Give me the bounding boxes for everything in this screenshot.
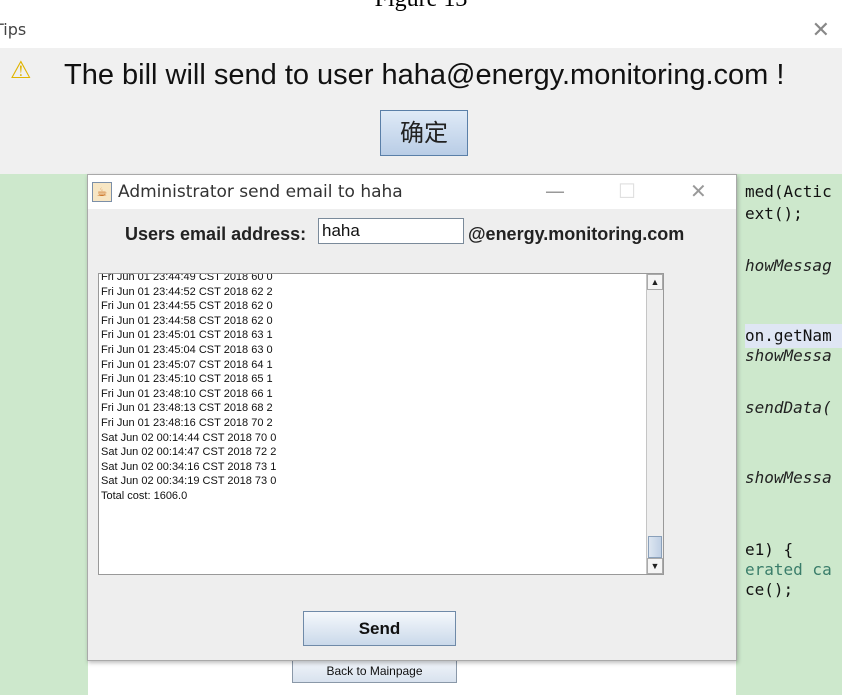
code-line: ce();: [745, 580, 794, 599]
log-line: Fri Jun 01 23:44:55 CST 2018 62 0: [101, 300, 273, 313]
minimize-icon[interactable]: —: [545, 179, 565, 203]
code-editor: med(Actic ext(); howMessag on.getNam sho…: [736, 174, 842, 695]
log-line: Fri Jun 01 23:45:01 CST 2018 63 1: [101, 329, 273, 342]
send-email-dialog: ☕ Administrator send email to haha — ☐ ✕…: [87, 174, 737, 661]
warning-icon: ⚠: [10, 56, 32, 84]
log-line: Sat Jun 02 00:34:19 CST 2018 73 0: [101, 475, 277, 488]
close-icon[interactable]: ✕: [690, 179, 707, 203]
tips-titlebar: Tips ✕: [0, 14, 842, 48]
close-icon[interactable]: ✕: [812, 18, 830, 43]
java-app-icon: ☕: [92, 182, 112, 202]
bill-log-textarea[interactable]: Fri Jun 01 23:44:49 CST 2018 60 0 Fri Jun…: [98, 273, 664, 575]
log-line: Fri Jun 01 23:44:52 CST 2018 62 2: [101, 285, 273, 298]
log-line: Fri Jun 01 23:44:58 CST 2018 62 0: [101, 314, 273, 327]
log-line: Fri Jun 01 23:45:04 CST 2018 63 0: [101, 343, 273, 356]
code-line: sendData(: [745, 398, 832, 417]
log-line: Sat Jun 02 00:34:16 CST 2018 73 1: [101, 460, 277, 473]
code-line: med(Actic: [745, 182, 832, 201]
email-domain-label: @energy.monitoring.com: [468, 224, 685, 244]
code-line: ext();: [745, 204, 803, 223]
log-line: Fri Jun 01 23:48:13 CST 2018 68 2: [101, 402, 273, 415]
email-address-label: Users email address:: [125, 224, 307, 244]
tips-message: The bill will send to user haha@energy.m…: [64, 59, 785, 91]
log-line: Fri Jun 01 23:48:16 CST 2018 70 2: [101, 416, 273, 429]
tips-title: Tips: [0, 20, 27, 39]
code-line: e1) {: [745, 540, 794, 559]
tips-dialog-body: ⚠ The bill will send to user haha@energy…: [0, 48, 842, 174]
code-line: on.getNam: [745, 326, 832, 345]
maximize-icon: ☐: [618, 179, 636, 203]
code-line: erated ca: [745, 560, 832, 579]
scrollbar-thumb[interactable]: [648, 536, 662, 558]
scroll-up-icon[interactable]: ▲: [647, 274, 663, 290]
log-line: Fri Jun 01 23:45:10 CST 2018 65 1: [101, 373, 273, 386]
email-username-input[interactable]: [318, 218, 464, 244]
dialog-titlebar: ☕ Administrator send email to haha — ☐ ✕: [88, 175, 736, 209]
ok-button[interactable]: 确定: [380, 110, 468, 156]
bill-log-lines: Fri Jun 01 23:44:49 CST 2018 60 0 Fri Jun…: [101, 273, 277, 504]
scroll-down-icon[interactable]: ▼: [647, 558, 663, 574]
code-line: showMessa: [745, 346, 832, 365]
log-line: Fri Jun 01 23:44:49 CST 2018 60 0: [101, 273, 273, 283]
dialog-title: Administrator send email to haha: [118, 182, 403, 202]
ide-left-panel: [0, 174, 88, 695]
log-line: Total cost: 1606.0: [101, 489, 188, 502]
code-line: showMessa: [745, 468, 832, 487]
log-line: Sat Jun 02 00:14:44 CST 2018 70 0: [101, 431, 277, 444]
send-button[interactable]: Send: [303, 611, 456, 646]
log-line: Fri Jun 01 23:45:07 CST 2018 64 1: [101, 358, 273, 371]
figure-caption: Figure 13: [0, 0, 842, 13]
log-line: Sat Jun 02 00:14:47 CST 2018 72 2: [101, 446, 277, 459]
code-line: howMessag: [745, 256, 832, 275]
log-scrollbar[interactable]: ▲ ▼: [646, 274, 663, 574]
log-line: Fri Jun 01 23:48:10 CST 2018 66 1: [101, 387, 273, 400]
main-window-background: [88, 688, 736, 695]
